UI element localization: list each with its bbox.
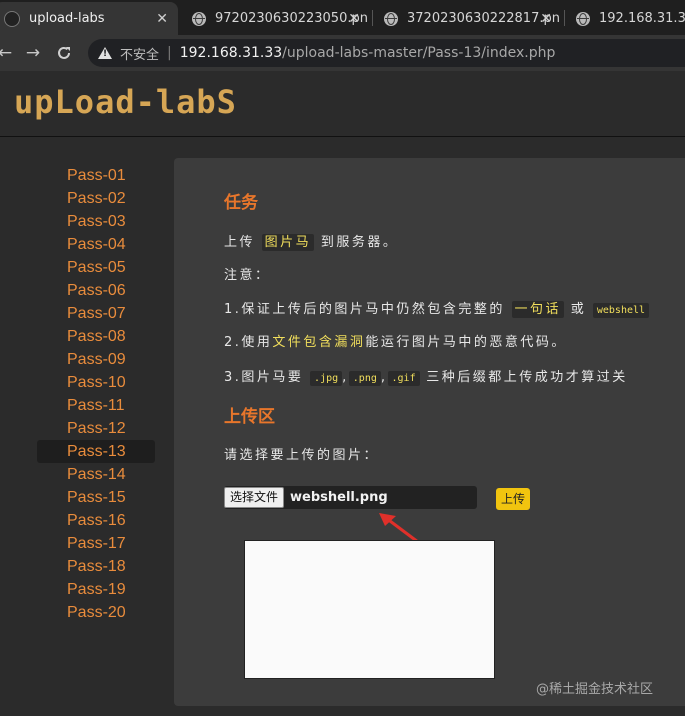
task-text: 能运行图片马中的恶意代码。 bbox=[365, 335, 567, 350]
sidebar-item-pass-05[interactable]: Pass-05 bbox=[37, 256, 155, 279]
sidebar-item-pass-01[interactable]: Pass-01 bbox=[37, 164, 155, 187]
code-webshell: webshell bbox=[592, 303, 650, 318]
requirement-3: 3.图片马要 .jpg, .png, .gif 三种后缀都上传成功才算过关 bbox=[224, 366, 628, 386]
file-input[interactable]: 选择文件 webshell.png bbox=[224, 486, 477, 509]
requirement-2: 2.使用文件包含漏洞能运行图片马中的恶意代码。 bbox=[224, 331, 567, 350]
back-arrow-icon[interactable]: ← bbox=[0, 42, 16, 64]
sidebar-item-pass-12[interactable]: Pass-12 bbox=[37, 417, 155, 440]
tab-separator bbox=[564, 10, 565, 26]
sidebar-item-pass-03[interactable]: Pass-03 bbox=[37, 210, 155, 233]
tab-title: 3720230630222817.pn bbox=[407, 11, 560, 26]
site-logo[interactable]: upLoad-labS bbox=[14, 83, 237, 121]
warning-icon[interactable]: ! bbox=[98, 47, 112, 59]
code-jpg: .jpg bbox=[310, 371, 343, 386]
task-text: 或 bbox=[570, 302, 587, 317]
tab-ip-address[interactable]: 192.168.31.33/u bbox=[566, 2, 685, 35]
sidebar-item-pass-06[interactable]: Pass-06 bbox=[37, 279, 155, 302]
tab-title: 9720230630223050.pn bbox=[215, 11, 368, 26]
reload-icon[interactable] bbox=[53, 42, 75, 64]
task-text: 2.使用 bbox=[224, 335, 273, 350]
upload-labs-favicon-icon bbox=[4, 10, 20, 27]
sidebar-item-pass-19[interactable]: Pass-19 bbox=[37, 578, 155, 601]
address-bar[interactable]: ! 不安全 | 192.168.31.33/upload-labs-master… bbox=[88, 39, 685, 67]
tab-image-1[interactable]: 9720230630223050.pn ✕ bbox=[182, 2, 370, 35]
globe-icon bbox=[576, 11, 590, 26]
url-path[interactable]: /upload-labs-master/Pass-13/index.php bbox=[282, 45, 555, 61]
task-text: 到服务器。 bbox=[320, 235, 399, 250]
upload-submit-button[interactable]: 上传 bbox=[496, 488, 531, 510]
task-text: 1.保证上传后的图片马中仍然包含完整的 bbox=[224, 302, 505, 317]
highlight-image-trojan: 图片马 bbox=[261, 234, 315, 251]
tab-separator bbox=[372, 10, 373, 26]
task-heading: 任务 bbox=[224, 193, 258, 213]
close-tab-icon[interactable]: ✕ bbox=[348, 11, 360, 27]
sidebar-item-pass-13[interactable]: Pass-13 bbox=[37, 440, 155, 463]
sidebar-item-pass-08[interactable]: Pass-08 bbox=[37, 325, 155, 348]
sidebar-item-pass-17[interactable]: Pass-17 bbox=[37, 532, 155, 555]
watermark: @稀土掘金技术社区 bbox=[536, 682, 654, 697]
highlight-one-liner: 一句话 bbox=[511, 301, 565, 318]
task-text: 三种后缀都上传成功才算过关 bbox=[426, 370, 628, 385]
tab-title: 192.168.31.33/u bbox=[599, 11, 685, 26]
sidebar-item-pass-09[interactable]: Pass-09 bbox=[37, 348, 155, 371]
code-png: .png bbox=[348, 371, 381, 386]
pass-navigation: Pass-01 Pass-02 Pass-03 Pass-04 Pass-05 Pass-… bbox=[37, 164, 155, 624]
sidebar-item-pass-10[interactable]: Pass-10 bbox=[37, 371, 155, 394]
browser-toolbar: ← → ! 不安全 | 192.168.31.33/upload-labs-ma… bbox=[0, 35, 685, 71]
highlight-file-inclusion: 文件包含漏洞 bbox=[272, 335, 366, 350]
selected-file-name: webshell.png bbox=[290, 490, 388, 505]
sidebar-item-pass-20[interactable]: Pass-20 bbox=[37, 601, 155, 624]
insecure-label[interactable]: 不安全 bbox=[120, 44, 159, 63]
task-line: 上传 图片马 到服务器。 bbox=[224, 231, 399, 251]
note-label: 注意： bbox=[224, 268, 271, 283]
url-host[interactable]: 192.168.31.33 bbox=[180, 45, 282, 61]
sidebar-item-pass-07[interactable]: Pass-07 bbox=[37, 302, 155, 325]
comma: , bbox=[342, 370, 349, 385]
sidebar-item-pass-02[interactable]: Pass-02 bbox=[37, 187, 155, 210]
sidebar-item-pass-15[interactable]: Pass-15 bbox=[37, 486, 155, 509]
upload-heading: 上传区 bbox=[224, 407, 275, 427]
task-text: 上传 bbox=[224, 235, 256, 250]
sidebar-item-pass-11[interactable]: Pass-11 bbox=[37, 394, 155, 417]
choose-file-button[interactable]: 选择文件 bbox=[224, 487, 285, 508]
forward-arrow-icon[interactable]: → bbox=[22, 42, 44, 64]
upload-prompt: 请选择要上传的图片： bbox=[224, 448, 380, 463]
close-tab-icon[interactable]: ✕ bbox=[156, 11, 168, 27]
sidebar-item-pass-14[interactable]: Pass-14 bbox=[37, 463, 155, 486]
sidebar-item-pass-18[interactable]: Pass-18 bbox=[37, 555, 155, 578]
site-header: upLoad-labS bbox=[0, 71, 685, 137]
reload-icon-glyph bbox=[58, 46, 70, 59]
comma: , bbox=[380, 370, 388, 385]
globe-icon bbox=[384, 11, 398, 26]
task-text: 3.图片马要 bbox=[224, 370, 304, 385]
sidebar-item-pass-16[interactable]: Pass-16 bbox=[37, 509, 155, 532]
close-tab-icon[interactable]: ✕ bbox=[540, 11, 552, 27]
sidebar-item-pass-04[interactable]: Pass-04 bbox=[37, 233, 155, 256]
code-gif: .gif bbox=[387, 371, 420, 386]
requirement-1: 1.保证上传后的图片马中仍然包含完整的 一句话 或 webshell bbox=[224, 298, 650, 318]
globe-icon bbox=[192, 11, 206, 26]
image-preview-box bbox=[244, 540, 495, 679]
omnibox-divider: | bbox=[167, 45, 172, 61]
tab-image-2[interactable]: 3720230630222817.pn ✕ bbox=[374, 2, 562, 35]
browser-tab-strip: upload-labs ✕ 9720230630223050.pn ✕ 3720… bbox=[0, 0, 685, 35]
tab-upload-labs[interactable]: upload-labs ✕ bbox=[0, 2, 178, 35]
